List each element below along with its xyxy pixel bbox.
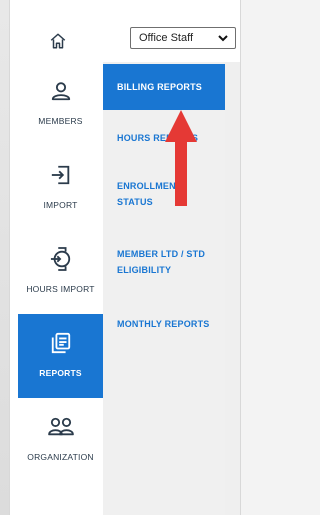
sidebar-item-import[interactable]: IMPORT <box>18 146 103 230</box>
sidebar: MEMBERS IMPORT HOURS IMPORT REPORTS ORGA… <box>10 62 103 515</box>
subnav-item-monthly-reports[interactable]: MONTHLY REPORTS <box>103 316 225 332</box>
sidebar-item-label: ORGANIZATION <box>27 452 94 462</box>
watch-import-icon <box>50 247 70 271</box>
sidebar-item-label: REPORTS <box>39 368 82 378</box>
import-icon <box>51 165 69 185</box>
window-left-edge <box>0 0 9 515</box>
sidebar-item-label: HOURS IMPORT <box>26 284 95 294</box>
home-button[interactable] <box>46 29 70 53</box>
sidebar-item-reports[interactable]: REPORTS <box>18 314 103 398</box>
chevron-down-icon <box>218 35 228 42</box>
subnav-item-member-ltd-std-eligibility[interactable]: MEMBER LTD / STD ELIGIBILITY <box>103 246 221 278</box>
subnav-item-label: MONTHLY REPORTS <box>117 319 210 329</box>
subnav-item-label: MEMBER LTD / STD ELIGIBILITY <box>117 249 206 275</box>
sidebar-item-label: IMPORT <box>43 200 78 210</box>
sidebar-item-label: MEMBERS <box>38 116 83 126</box>
person-icon <box>51 82 70 101</box>
people-icon <box>47 417 74 436</box>
sidebar-item-organization[interactable]: ORGANIZATION <box>18 398 103 482</box>
home-icon <box>50 33 66 49</box>
top-bar: Office Staff <box>10 20 240 63</box>
role-select[interactable]: Office Staff <box>130 27 236 49</box>
subnav-item-billing-reports[interactable]: BILLING REPORTS <box>103 64 225 110</box>
reports-icon <box>51 332 70 354</box>
annotation-arrow-icon <box>165 110 197 206</box>
content-edge <box>225 62 240 515</box>
role-select-value: Office Staff <box>139 32 194 44</box>
subnav-item-label: BILLING REPORTS <box>117 82 203 92</box>
sidebar-item-members[interactable]: MEMBERS <box>18 62 103 146</box>
sidebar-item-hours-import[interactable]: HOURS IMPORT <box>18 230 103 314</box>
